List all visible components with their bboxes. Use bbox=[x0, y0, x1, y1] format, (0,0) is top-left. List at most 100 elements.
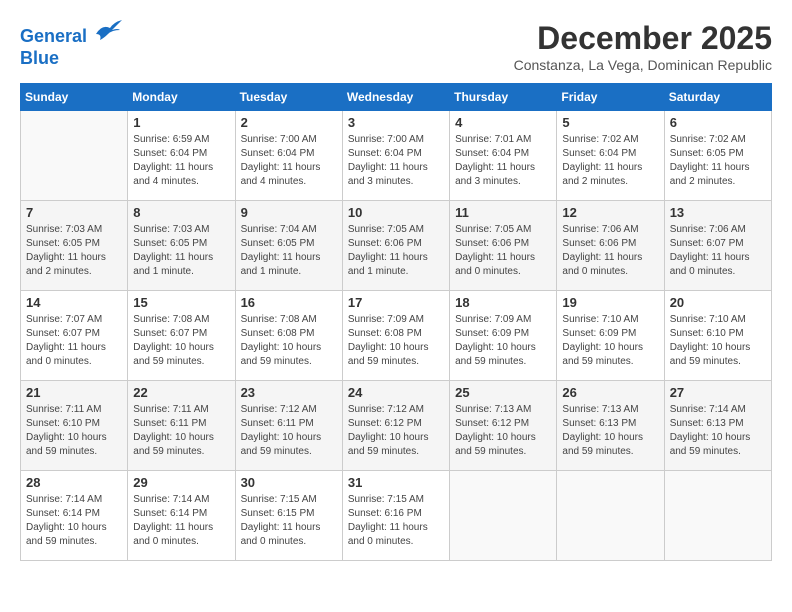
day-info: Sunrise: 7:00 AM Sunset: 6:04 PM Dayligh… bbox=[241, 133, 337, 189]
calendar-week-row: 1 Sunrise: 6:59 AM Sunset: 6:04 PM Daylig… bbox=[21, 111, 772, 201]
day-info: Sunrise: 7:14 AM Sunset: 6:14 PM Dayligh… bbox=[26, 493, 122, 549]
day-info: Sunrise: 7:01 AM Sunset: 6:04 PM Dayligh… bbox=[455, 133, 551, 189]
day-number: 23 bbox=[241, 385, 337, 400]
day-info: Sunrise: 7:12 AM Sunset: 6:12 PM Dayligh… bbox=[348, 403, 444, 459]
logo: General Blue bbox=[20, 20, 122, 69]
day-info: Sunrise: 6:59 AM Sunset: 6:04 PM Dayligh… bbox=[133, 133, 229, 189]
day-number: 11 bbox=[455, 205, 551, 220]
day-number: 10 bbox=[348, 205, 444, 220]
calendar-week-row: 14 Sunrise: 7:07 AM Sunset: 6:07 PM Dayli… bbox=[21, 291, 772, 381]
day-info: Sunrise: 7:03 AM Sunset: 6:05 PM Dayligh… bbox=[133, 223, 229, 279]
day-info: Sunrise: 7:10 AM Sunset: 6:09 PM Dayligh… bbox=[562, 313, 658, 369]
day-number: 7 bbox=[26, 205, 122, 220]
calendar-cell: 2 Sunrise: 7:00 AM Sunset: 6:04 PM Daylig… bbox=[235, 111, 342, 201]
calendar-cell: 4 Sunrise: 7:01 AM Sunset: 6:04 PM Daylig… bbox=[450, 111, 557, 201]
subtitle: Constanza, La Vega, Dominican Republic bbox=[514, 57, 772, 73]
day-info: Sunrise: 7:12 AM Sunset: 6:11 PM Dayligh… bbox=[241, 403, 337, 459]
day-number: 9 bbox=[241, 205, 337, 220]
header-wednesday: Wednesday bbox=[342, 84, 449, 111]
day-info: Sunrise: 7:05 AM Sunset: 6:06 PM Dayligh… bbox=[455, 223, 551, 279]
calendar-cell: 15Sunrise: 7:08 AM Sunset: 6:07 PM Dayli… bbox=[128, 291, 235, 381]
day-info: Sunrise: 7:14 AM Sunset: 6:13 PM Dayligh… bbox=[670, 403, 766, 459]
day-info: Sunrise: 7:00 AM Sunset: 6:04 PM Dayligh… bbox=[348, 133, 444, 189]
day-number: 30 bbox=[241, 475, 337, 490]
header-sunday: Sunday bbox=[21, 84, 128, 111]
day-number: 13 bbox=[670, 205, 766, 220]
calendar-cell: 27Sunrise: 7:14 AM Sunset: 6:13 PM Dayli… bbox=[664, 381, 771, 471]
day-number: 16 bbox=[241, 295, 337, 310]
day-info: Sunrise: 7:07 AM Sunset: 6:07 PM Dayligh… bbox=[26, 313, 122, 369]
day-info: Sunrise: 7:06 AM Sunset: 6:07 PM Dayligh… bbox=[670, 223, 766, 279]
day-number: 12 bbox=[562, 205, 658, 220]
day-number: 25 bbox=[455, 385, 551, 400]
calendar-cell: 30 Sunrise: 7:15 AM Sunset: 6:15 PM Dayli… bbox=[235, 471, 342, 561]
day-number: 18 bbox=[455, 295, 551, 310]
day-info: Sunrise: 7:13 AM Sunset: 6:12 PM Dayligh… bbox=[455, 403, 551, 459]
calendar-cell: 22 Sunrise: 7:11 AM Sunset: 6:11 PM Dayli… bbox=[128, 381, 235, 471]
day-number: 29 bbox=[133, 475, 229, 490]
day-number: 19 bbox=[562, 295, 658, 310]
day-info: Sunrise: 7:06 AM Sunset: 6:06 PM Dayligh… bbox=[562, 223, 658, 279]
calendar-cell bbox=[450, 471, 557, 561]
calendar-week-row: 28 Sunrise: 7:14 AM Sunset: 6:14 PM Dayli… bbox=[21, 471, 772, 561]
calendar-cell: 25 Sunrise: 7:13 AM Sunset: 6:12 PM Dayli… bbox=[450, 381, 557, 471]
day-number: 15 bbox=[133, 295, 229, 310]
logo-line2: Blue bbox=[20, 48, 122, 70]
day-number: 14 bbox=[26, 295, 122, 310]
calendar-cell: 8 Sunrise: 7:03 AM Sunset: 6:05 PM Daylig… bbox=[128, 201, 235, 291]
calendar-cell: 18Sunrise: 7:09 AM Sunset: 6:09 PM Dayli… bbox=[450, 291, 557, 381]
calendar-cell bbox=[664, 471, 771, 561]
day-number: 28 bbox=[26, 475, 122, 490]
calendar-cell: 5Sunrise: 7:02 AM Sunset: 6:04 PM Daylig… bbox=[557, 111, 664, 201]
calendar-cell: 11 Sunrise: 7:05 AM Sunset: 6:06 PM Dayli… bbox=[450, 201, 557, 291]
calendar-table: SundayMondayTuesdayWednesdayThursdayFrid… bbox=[20, 83, 772, 561]
day-number: 4 bbox=[455, 115, 551, 130]
calendar-cell: 9 Sunrise: 7:04 AM Sunset: 6:05 PM Daylig… bbox=[235, 201, 342, 291]
calendar-cell: 31Sunrise: 7:15 AM Sunset: 6:16 PM Dayli… bbox=[342, 471, 449, 561]
logo-text: General bbox=[20, 20, 122, 48]
day-info: Sunrise: 7:09 AM Sunset: 6:08 PM Dayligh… bbox=[348, 313, 444, 369]
day-number: 2 bbox=[241, 115, 337, 130]
page-header: General Blue December 2025 Constanza, La… bbox=[20, 20, 772, 73]
calendar-header-row: SundayMondayTuesdayWednesdayThursdayFrid… bbox=[21, 84, 772, 111]
calendar-cell: 26 Sunrise: 7:13 AM Sunset: 6:13 PM Dayli… bbox=[557, 381, 664, 471]
day-info: Sunrise: 7:04 AM Sunset: 6:05 PM Dayligh… bbox=[241, 223, 337, 279]
day-number: 24 bbox=[348, 385, 444, 400]
day-number: 22 bbox=[133, 385, 229, 400]
header-monday: Monday bbox=[128, 84, 235, 111]
calendar-cell: 24 Sunrise: 7:12 AM Sunset: 6:12 PM Dayli… bbox=[342, 381, 449, 471]
header-thursday: Thursday bbox=[450, 84, 557, 111]
day-number: 1 bbox=[133, 115, 229, 130]
header-tuesday: Tuesday bbox=[235, 84, 342, 111]
calendar-cell: 7 Sunrise: 7:03 AM Sunset: 6:05 PM Daylig… bbox=[21, 201, 128, 291]
calendar-cell: 17 Sunrise: 7:09 AM Sunset: 6:08 PM Dayli… bbox=[342, 291, 449, 381]
day-info: Sunrise: 7:15 AM Sunset: 6:16 PM Dayligh… bbox=[348, 493, 444, 549]
day-number: 5 bbox=[562, 115, 658, 130]
day-info: Sunrise: 7:05 AM Sunset: 6:06 PM Dayligh… bbox=[348, 223, 444, 279]
day-info: Sunrise: 7:11 AM Sunset: 6:11 PM Dayligh… bbox=[133, 403, 229, 459]
calendar-cell: 1 Sunrise: 6:59 AM Sunset: 6:04 PM Daylig… bbox=[128, 111, 235, 201]
day-info: Sunrise: 7:14 AM Sunset: 6:14 PM Dayligh… bbox=[133, 493, 229, 549]
calendar-cell: 10 Sunrise: 7:05 AM Sunset: 6:06 PM Dayli… bbox=[342, 201, 449, 291]
month-title: December 2025 bbox=[514, 20, 772, 57]
day-info: Sunrise: 7:03 AM Sunset: 6:05 PM Dayligh… bbox=[26, 223, 122, 279]
day-number: 8 bbox=[133, 205, 229, 220]
day-number: 17 bbox=[348, 295, 444, 310]
calendar-cell: 23 Sunrise: 7:12 AM Sunset: 6:11 PM Dayli… bbox=[235, 381, 342, 471]
calendar-cell: 14 Sunrise: 7:07 AM Sunset: 6:07 PM Dayli… bbox=[21, 291, 128, 381]
calendar-cell: 19 Sunrise: 7:10 AM Sunset: 6:09 PM Dayli… bbox=[557, 291, 664, 381]
day-info: Sunrise: 7:13 AM Sunset: 6:13 PM Dayligh… bbox=[562, 403, 658, 459]
day-info: Sunrise: 7:15 AM Sunset: 6:15 PM Dayligh… bbox=[241, 493, 337, 549]
day-info: Sunrise: 7:02 AM Sunset: 6:05 PM Dayligh… bbox=[670, 133, 766, 189]
calendar-cell bbox=[557, 471, 664, 561]
calendar-cell: 6 Sunrise: 7:02 AM Sunset: 6:05 PM Daylig… bbox=[664, 111, 771, 201]
header-friday: Friday bbox=[557, 84, 664, 111]
day-number: 21 bbox=[26, 385, 122, 400]
day-number: 26 bbox=[562, 385, 658, 400]
calendar-cell: 12 Sunrise: 7:06 AM Sunset: 6:06 PM Dayli… bbox=[557, 201, 664, 291]
calendar-cell: 20Sunrise: 7:10 AM Sunset: 6:10 PM Dayli… bbox=[664, 291, 771, 381]
title-block: December 2025 Constanza, La Vega, Domini… bbox=[514, 20, 772, 73]
calendar-week-row: 7 Sunrise: 7:03 AM Sunset: 6:05 PM Daylig… bbox=[21, 201, 772, 291]
day-number: 6 bbox=[670, 115, 766, 130]
day-info: Sunrise: 7:08 AM Sunset: 6:08 PM Dayligh… bbox=[241, 313, 337, 369]
